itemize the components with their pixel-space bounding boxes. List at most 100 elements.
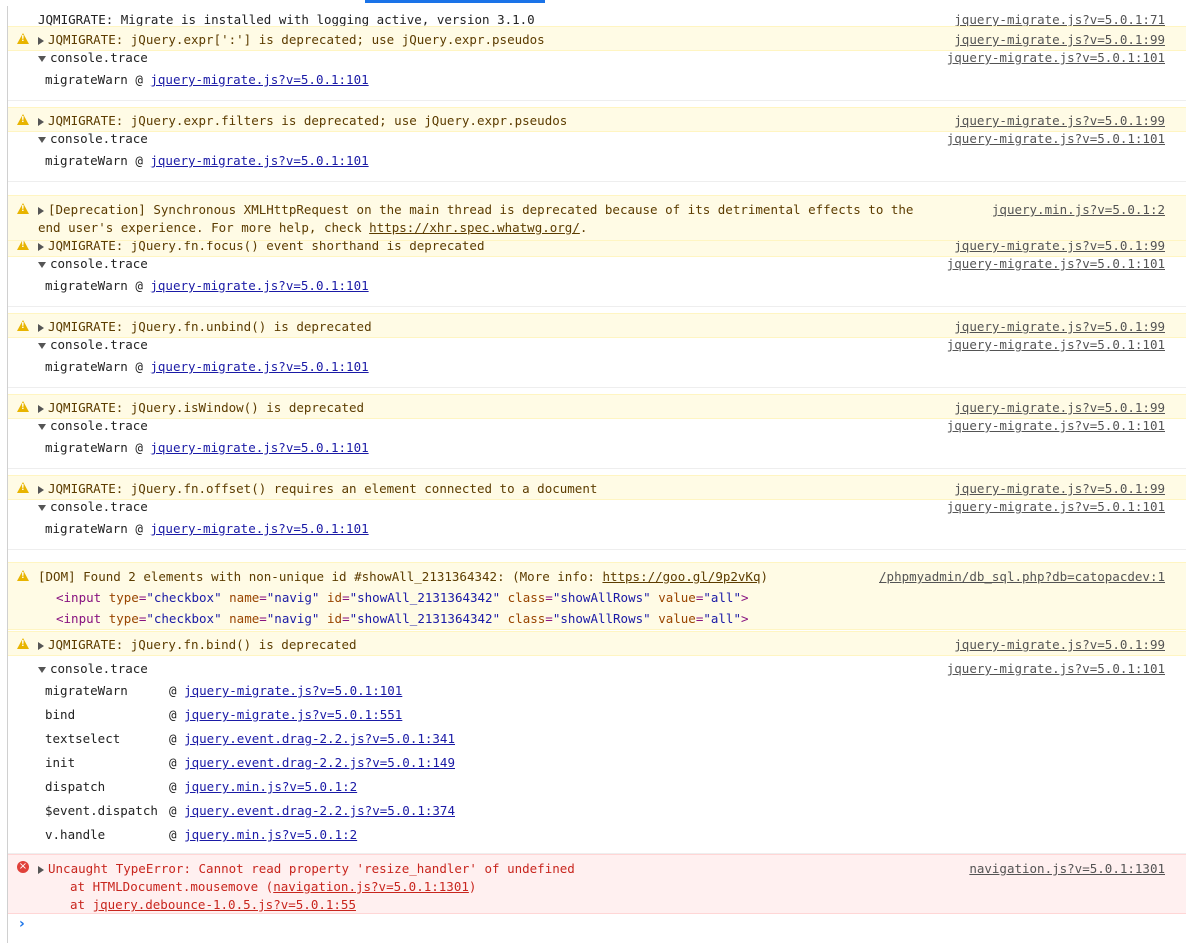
expand-arrow-icon[interactable]: [38, 641, 44, 650]
collapse-arrow-icon[interactable]: [38, 55, 46, 62]
collapse-arrow-icon[interactable]: [38, 666, 46, 673]
stack-link[interactable]: jquery.min.js?v=5.0.1:2: [184, 779, 357, 794]
source-link[interactable]: jquery-migrate.js?v=5.0.1:71: [954, 12, 1165, 27]
source-link[interactable]: jquery-migrate.js?v=5.0.1:101: [947, 418, 1165, 433]
dom-element-node[interactable]: <input type="checkbox" name="navig" id="…: [56, 611, 749, 626]
attr-value: "showAll_2131364342": [349, 611, 501, 626]
frame-function: dispatch: [45, 779, 106, 794]
expand-arrow-icon[interactable]: [38, 404, 44, 413]
collapse-arrow-icon[interactable]: [38, 504, 46, 511]
stack-link[interactable]: jquery.event.drag-2.2.js?v=5.0.1:341: [184, 731, 455, 746]
source-link[interactable]: jquery-migrate.js?v=5.0.1:101: [947, 499, 1165, 514]
source-link[interactable]: /phpmyadmin/db_sql.php?db=catopacdev:1: [879, 569, 1165, 584]
source-link[interactable]: jquery-migrate.js?v=5.0.1:101: [947, 337, 1165, 352]
expand-arrow-icon[interactable]: [38, 865, 44, 874]
stack-link[interactable]: jquery-migrate.js?v=5.0.1:101: [150, 440, 368, 455]
message-text: [Deprecation] Synchronous XMLHttpRequest…: [38, 202, 913, 217]
attr-value: "showAllRows": [552, 611, 651, 626]
frame-function: migrateWarn: [45, 153, 136, 168]
attr-equals: =: [545, 611, 553, 626]
stack-link[interactable]: https://xhr.spec.whatwg.org/: [369, 220, 580, 235]
stack-link[interactable]: jquery.event.drag-2.2.js?v=5.0.1:374: [184, 803, 455, 818]
error-message: × Uncaught TypeError: Cannot read propert…: [8, 854, 1186, 914]
stack-link[interactable]: jquery-migrate.js?v=5.0.1:101: [150, 359, 368, 374]
source-link[interactable]: jquery-migrate.js?v=5.0.1:99: [954, 637, 1165, 652]
attr-equals: =: [545, 590, 553, 605]
trace-label: console.trace: [50, 661, 148, 676]
dom-warning-text: [DOM] Found 2 elements with non-unique i…: [38, 569, 603, 584]
frame-at: @: [135, 153, 151, 168]
collapse-arrow-icon[interactable]: [38, 136, 46, 143]
attr-equals: =: [259, 611, 267, 626]
stack-link[interactable]: jquery.event.drag-2.2.js?v=5.0.1:149: [184, 755, 455, 770]
trace-group: console.trace jquery-migrate.js?v=5.0.1:1…: [8, 126, 1186, 182]
message-text: JQMIGRATE: Migrate is installed with log…: [38, 12, 535, 27]
frame-function: $event.dispatch: [45, 803, 158, 818]
message-text: migrateWarn @ jquery-migrate.js?v=5.0.1:…: [45, 359, 369, 374]
log-text: JQMIGRATE: Migrate is installed with log…: [38, 12, 535, 27]
attr-name: id: [327, 590, 343, 605]
stack-link[interactable]: jquery-migrate.js?v=5.0.1:101: [150, 278, 368, 293]
frame-function: migrateWarn: [45, 440, 136, 455]
attr-space: [319, 611, 327, 626]
message-text: console.trace: [38, 131, 148, 146]
message-text: console.trace: [38, 50, 148, 65]
frame-at: @: [135, 440, 151, 455]
frame-at: @: [169, 707, 185, 722]
warning-icon: [17, 482, 29, 493]
tag-close-bracket: >: [741, 590, 749, 605]
active-tab-indicator: [365, 0, 545, 3]
error-icon: ×: [17, 861, 29, 873]
trace-group: console.trace jquery-migrate.js?v=5.0.1:1…: [8, 45, 1186, 101]
trace-group: console.trace jquery-migrate.js?v=5.0.1:1…: [8, 332, 1186, 388]
message-text: console.trace: [38, 256, 148, 271]
source-link[interactable]: jquery-migrate.js?v=5.0.1:101: [947, 661, 1165, 676]
stack-link[interactable]: jquery-migrate.js?v=5.0.1:551: [184, 707, 402, 722]
source-link[interactable]: jquery-migrate.js?v=5.0.1:101: [947, 131, 1165, 146]
message-text: console.trace: [38, 337, 148, 352]
warning-message: JQMIGRATE: jQuery.fn.bind() is deprecate…: [8, 631, 1186, 656]
expand-arrow-icon[interactable]: [38, 36, 44, 45]
expand-arrow-icon[interactable]: [38, 323, 44, 332]
attr-equals: =: [342, 611, 350, 626]
expand-arrow-icon[interactable]: [38, 206, 44, 215]
attr-name: name: [229, 590, 260, 605]
frame-function: bind: [45, 707, 76, 722]
attr-name: value: [658, 611, 696, 626]
collapse-arrow-icon[interactable]: [38, 261, 46, 268]
attr-value: "showAllRows": [552, 590, 651, 605]
source-link[interactable]: jquery-migrate.js?v=5.0.1:101: [947, 50, 1165, 65]
frame-function: textselect: [45, 731, 121, 746]
expand-arrow-icon[interactable]: [38, 485, 44, 494]
error-text: Uncaught TypeError: Cannot read property…: [48, 861, 575, 876]
source-link[interactable]: jquery.min.js?v=5.0.1:2: [992, 202, 1165, 217]
trace-label: console.trace: [50, 50, 148, 65]
stack-link[interactable]: jquery-migrate.js?v=5.0.1:101: [150, 521, 368, 536]
dom-element-node[interactable]: <input type="checkbox" name="navig" id="…: [56, 590, 749, 605]
stack-frame: init @ jquery.event.drag-2.2.js?v=5.0.1:1…: [45, 755, 455, 770]
stack-link[interactable]: jquery-migrate.js?v=5.0.1:101: [150, 72, 368, 87]
frame-at: @: [169, 683, 185, 698]
stack-link[interactable]: navigation.js?v=5.0.1:1301: [273, 879, 469, 894]
stack-link[interactable]: https://goo.gl/9p2vKq: [602, 569, 760, 584]
source-link[interactable]: navigation.js?v=5.0.1:1301: [969, 861, 1165, 876]
collapse-arrow-icon[interactable]: [38, 423, 46, 430]
stack-frame: textselect @ jquery.event.drag-2.2.js?v=5…: [45, 731, 455, 746]
console-prompt-icon[interactable]: ›: [19, 916, 25, 932]
expand-arrow-icon[interactable]: [38, 242, 44, 251]
stack-link[interactable]: jquery-migrate.js?v=5.0.1:101: [184, 683, 402, 698]
warning-icon: [17, 638, 29, 649]
message-text: console.trace: [38, 418, 148, 433]
source-link[interactable]: jquery-migrate.js?v=5.0.1:101: [947, 256, 1165, 271]
stack-text: at HTMLDocument.mousemove (: [70, 879, 274, 894]
message-text: migrateWarn @ jquery-migrate.js?v=5.0.1:…: [45, 278, 369, 293]
collapse-arrow-icon[interactable]: [38, 342, 46, 349]
stack-frame: dispatch @ jquery.min.js?v=5.0.1:2: [45, 779, 357, 794]
stack-link[interactable]: jquery-migrate.js?v=5.0.1:101: [150, 153, 368, 168]
attr-name: value: [658, 590, 696, 605]
message-text: migrateWarn @ jquery-migrate.js?v=5.0.1:…: [45, 440, 369, 455]
stack-link[interactable]: jquery.min.js?v=5.0.1:2: [184, 827, 357, 842]
trace-group: console.trace jquery-migrate.js?v=5.0.1:1…: [8, 494, 1186, 550]
expand-arrow-icon[interactable]: [38, 117, 44, 126]
stack-link[interactable]: jquery.debounce-1.0.5.js?v=5.0.1:55: [93, 897, 356, 912]
